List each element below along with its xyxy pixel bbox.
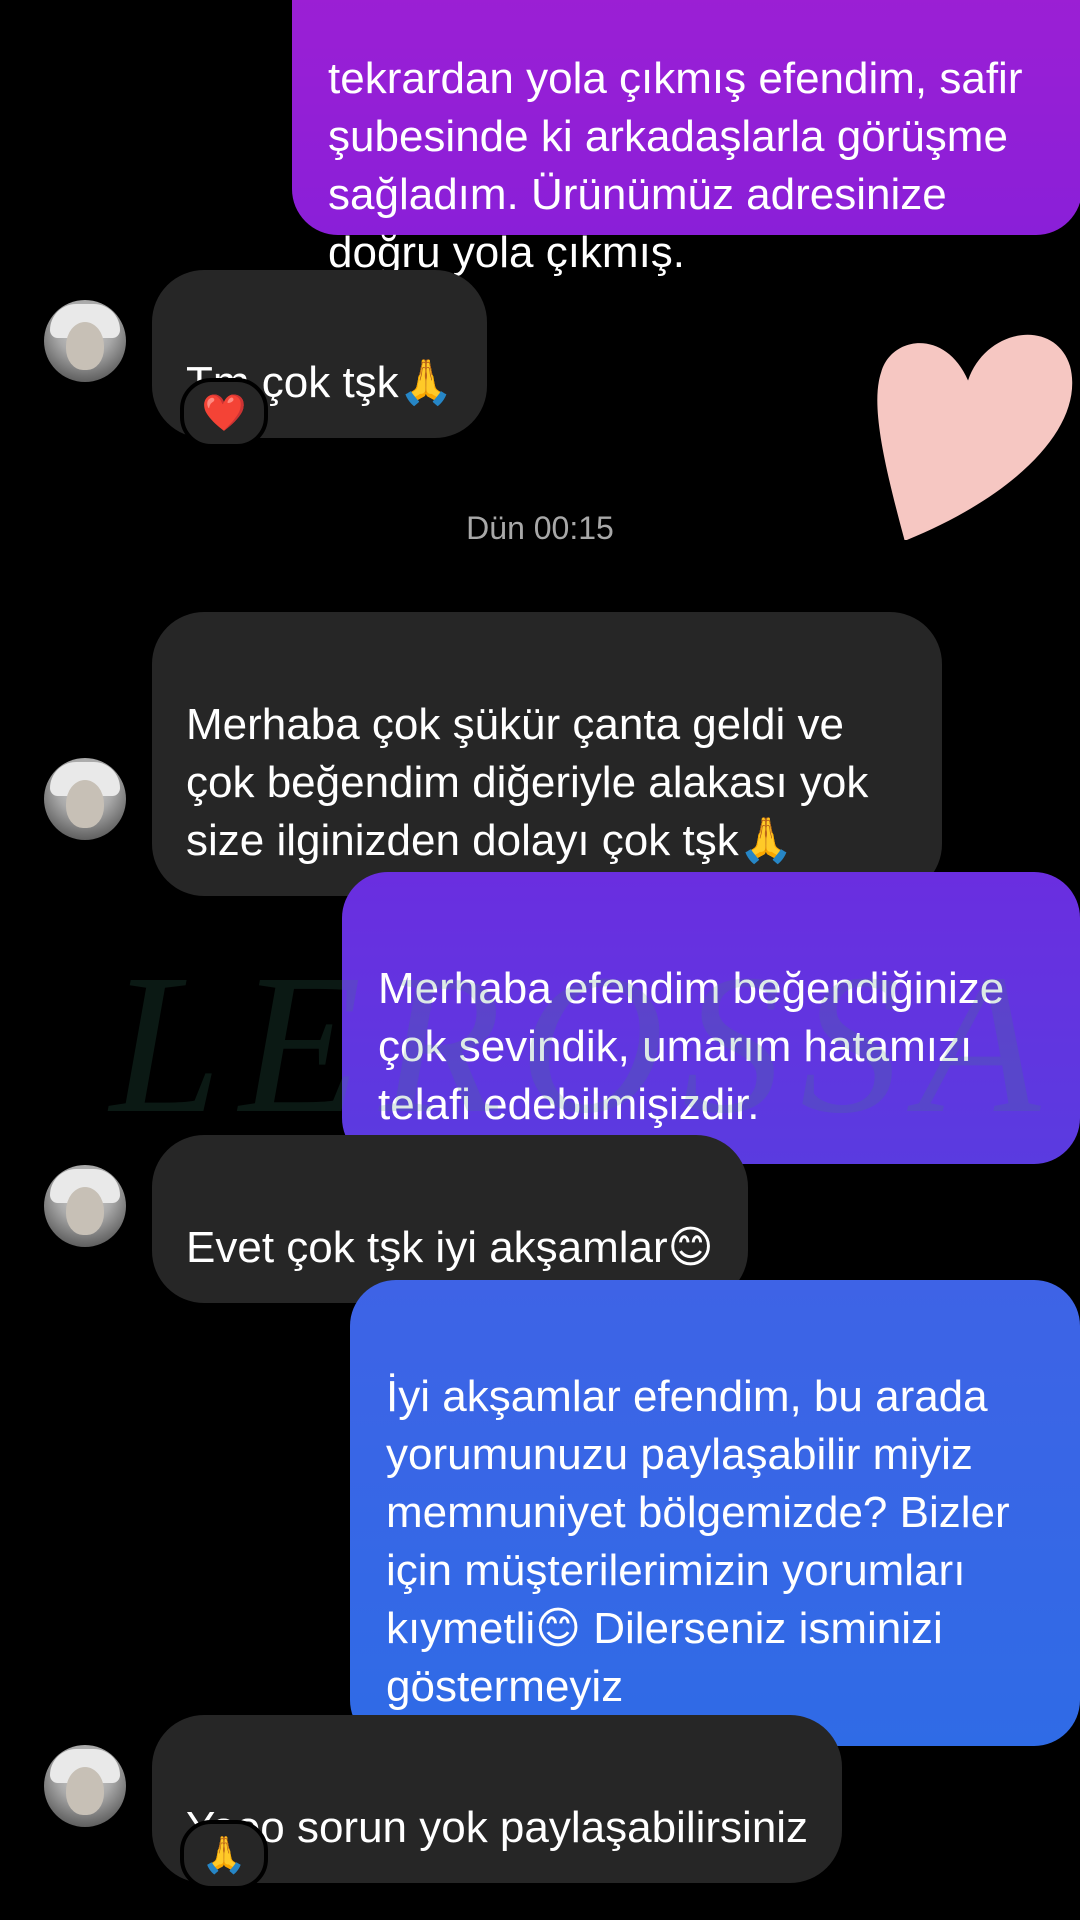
folded-hands-icon[interactable]: 🙏: [180, 1820, 268, 1890]
contact-avatar[interactable]: [44, 758, 126, 840]
outgoing-message-1[interactable]: tekrardan yola çıkmış efendim, safir şub…: [292, 0, 1080, 277]
incoming-message-3[interactable]: Evet çok tşk iyi akşamlar😊: [152, 1135, 748, 1303]
red-heart-icon[interactable]: ❤️: [180, 378, 268, 448]
outgoing-message-2-text: Merhaba efendim beğendiğinize çok sevind…: [378, 964, 1005, 1129]
outgoing-message-2[interactable]: Merhaba efendim beğendiğinize çok sevind…: [342, 872, 1080, 1164]
outgoing-message-3-text: İyi akşamlar efendim, bu arada yorumunuz…: [386, 1372, 1010, 1711]
contact-avatar[interactable]: [44, 1165, 126, 1247]
outgoing-message-1-text: tekrardan yola çıkmış efendim, safir şub…: [328, 54, 1023, 277]
contact-avatar[interactable]: [44, 300, 126, 382]
incoming-message-2-text: Merhaba çok şükür çanta geldi ve çok beğ…: [186, 700, 869, 865]
incoming-message-3-text: Evet çok tşk iyi akşamlar😊: [186, 1223, 714, 1272]
incoming-message-2[interactable]: Merhaba çok şükür çanta geldi ve çok beğ…: [152, 612, 942, 896]
heart-sticker-icon: [877, 334, 1073, 540]
incoming-message-4-text: Yooo sorun yok paylaşabilirsiniz: [186, 1803, 809, 1852]
outgoing-message-3[interactable]: İyi akşamlar efendim, bu arada yorumunuz…: [350, 1280, 1080, 1746]
contact-avatar[interactable]: [44, 1745, 126, 1827]
timestamp-divider: Dün 00:15: [466, 510, 614, 546]
